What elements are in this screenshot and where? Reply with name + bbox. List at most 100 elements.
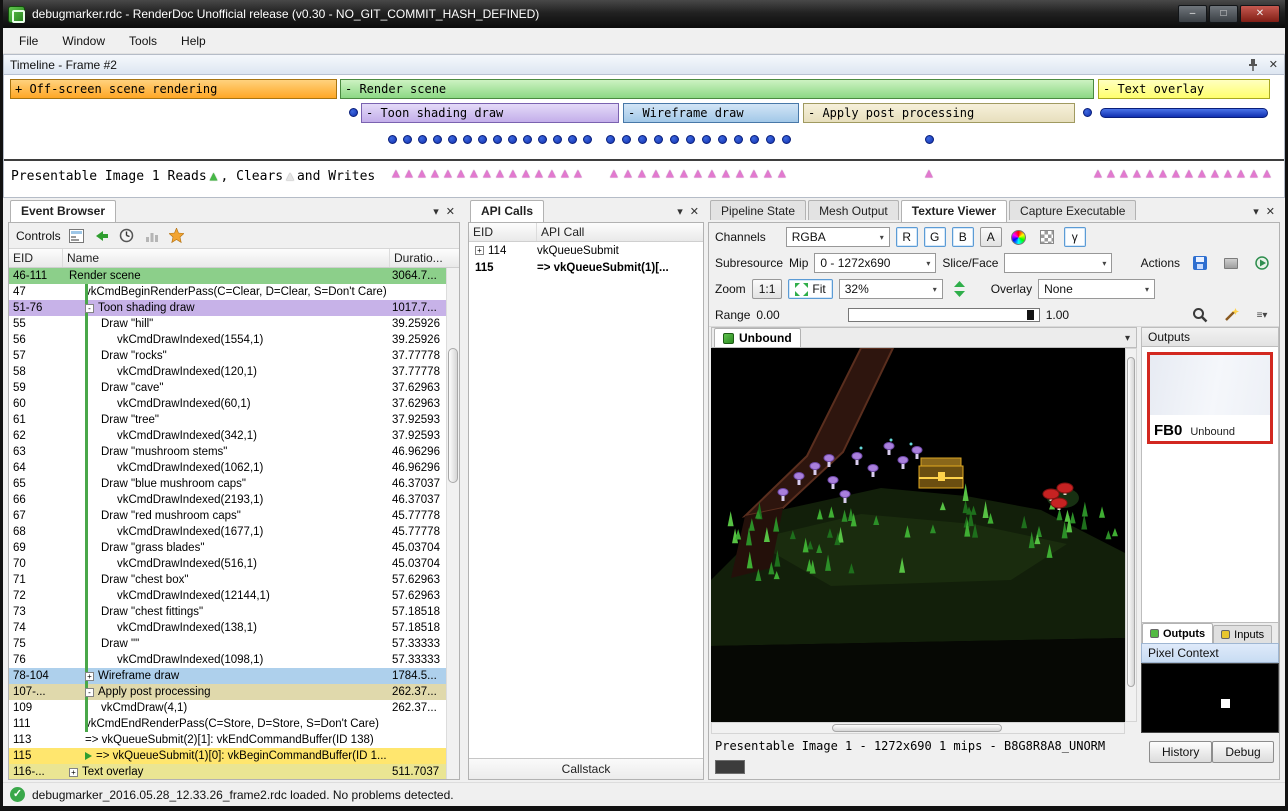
event-row-74[interactable]: 74vkCmdDrawIndexed(138,1)57.18518 [9,620,446,636]
event-row-116[interactable]: 116-...+Text overlay511.7037 [9,764,446,779]
channels-select[interactable]: RGBA▾ [786,227,890,247]
close-button[interactable]: ✕ [1240,5,1280,23]
tree-expander[interactable]: - [85,688,94,697]
autofit-wand-icon[interactable] [1220,305,1242,325]
gamma-button[interactable]: γ [1064,227,1086,247]
pin-icon[interactable] [1247,58,1259,71]
tab-api-calls[interactable]: API Calls [470,200,544,222]
tab-event-browser[interactable]: Event Browser [10,200,116,222]
event-row-47[interactable]: 47vkCmdBeginRenderPass(C=Clear, D=Clear,… [9,284,446,300]
tree-expander[interactable]: + [85,672,94,681]
event-row-68[interactable]: 68vkCmdDrawIndexed(1677,1)45.77778 [9,524,446,540]
zoom-fit-button[interactable]: Fit [788,279,832,299]
event-row-73[interactable]: 73Draw "chest fittings"57.18518 [9,604,446,620]
api-row-114[interactable]: +114vkQueueSubmit [469,242,703,259]
zoom-1-1-button[interactable]: 1:1 [752,279,783,299]
custom-display-icon[interactable] [1008,227,1030,247]
timeline-block-render-scene[interactable]: - Render scene [340,79,1094,99]
timeline-toggle-icon[interactable] [68,227,86,245]
range-slider[interactable] [848,308,1040,322]
event-row-78-104[interactable]: 78-104+Wireframe draw1784.5... [9,668,446,684]
event-row-66[interactable]: 66vkCmdDrawIndexed(2193,1)46.37037 [9,492,446,508]
texture-tab-unbound[interactable]: Unbound [714,328,801,347]
range-handle[interactable] [1027,310,1034,320]
event-row-64[interactable]: 64vkCmdDrawIndexed(1062,1)46.96296 [9,460,446,476]
texture-hscrollbar[interactable] [711,722,1125,734]
timeline-block-text-overlay[interactable]: - Text overlay [1098,79,1270,99]
texture-viewer-menu-icon[interactable]: ▾ [1253,205,1259,218]
event-row-51-76[interactable]: 51-76-Toon shading draw1017.7... [9,300,446,316]
event-browser-scrollbar[interactable] [446,268,459,779]
event-browser-close-icon[interactable]: ✕ [446,205,455,218]
event-row-57[interactable]: 57Draw "rocks"37.77778 [9,348,446,364]
column-eid[interactable]: EID [469,223,537,241]
timeline-block-wireframe-draw[interactable]: - Wireframe draw [623,103,799,123]
tab-capture-executable[interactable]: Capture Executable [1009,200,1136,220]
event-row-67[interactable]: 67Draw "red mushroom caps"45.77778 [9,508,446,524]
maximize-button[interactable]: □ [1209,5,1238,23]
timeline-canvas[interactable]: + Off-screen scene rendering- Render sce… [4,75,1284,161]
goto-event-icon[interactable] [93,227,111,245]
checkerboard-background-icon[interactable] [1036,227,1058,247]
tree-expander[interactable]: + [475,246,484,255]
event-row-58[interactable]: 58vkCmdDrawIndexed(120,1)37.77778 [9,364,446,380]
texture-tab-list-icon[interactable]: ▾ [1125,333,1136,347]
timeline-block-apply-post-processing[interactable]: - Apply post processing [803,103,1075,123]
event-row-71[interactable]: 71Draw "chest box"57.62963 [9,572,446,588]
channel-green-button[interactable]: G [924,227,946,247]
history-button[interactable]: History [1149,741,1212,763]
event-row-75[interactable]: 75Draw ""57.33333 [9,636,446,652]
flip-y-icon[interactable] [949,279,971,299]
event-row-107[interactable]: 107-...-Apply post processing262.37... [9,684,446,700]
event-row-60[interactable]: 60vkCmdDrawIndexed(60,1)37.62963 [9,396,446,412]
event-row-63[interactable]: 63Draw "mushroom stems"46.96296 [9,444,446,460]
open-texture-list-icon[interactable] [1220,253,1242,273]
event-browser-menu-icon[interactable]: ▾ [433,205,439,218]
api-calls-menu-icon[interactable]: ▾ [677,205,683,218]
zoom-select[interactable]: 32%▾ [839,279,943,299]
texture-display[interactable] [711,348,1125,722]
debug-button[interactable]: Debug [1212,741,1273,763]
tab-texture-viewer[interactable]: Texture Viewer [901,200,1007,222]
event-row-111[interactable]: 111vkCmdEndRenderPass(C=Store, D=Store, … [9,716,446,732]
event-row-65[interactable]: 65Draw "blue mushroom caps"46.37037 [9,476,446,492]
event-row-46-111[interactable]: 46-111Render scene3064.7... [9,268,446,284]
api-row-115[interactable]: 115=> vkQueueSubmit(1)[... [469,259,703,276]
scrollbar-thumb[interactable] [1127,357,1135,687]
channel-red-button[interactable]: R [896,227,918,247]
event-row-62[interactable]: 62vkCmdDrawIndexed(342,1)37.92593 [9,428,446,444]
overlay-select[interactable]: None▾ [1038,279,1155,299]
tab-pipeline-state[interactable]: Pipeline State [710,200,806,220]
menu-window[interactable]: Window [50,29,117,53]
tab-mesh-output[interactable]: Mesh Output [808,200,899,220]
statistics-icon[interactable] [143,227,161,245]
event-row-109[interactable]: 109vkCmdDraw(4,1)262.37... [9,700,446,716]
event-row-72[interactable]: 72vkCmdDrawIndexed(12144,1)57.62963 [9,588,446,604]
event-row-69[interactable]: 69Draw "grass blades"45.03704 [9,540,446,556]
column-api-call[interactable]: API Call [537,223,703,241]
tab-outputs[interactable]: Outputs [1142,623,1213,643]
texture-vscrollbar[interactable] [1125,348,1137,722]
tree-expander[interactable]: - [85,304,94,313]
tab-inputs[interactable]: Inputs [1213,625,1272,643]
channel-blue-button[interactable]: B [952,227,974,247]
column-duration[interactable]: Duratio... [390,249,459,267]
goto-resource-icon[interactable] [1251,253,1273,273]
time-durations-icon[interactable] [118,227,136,245]
timeline-block-toon-shading-draw[interactable]: - Toon shading draw [361,103,619,123]
event-row-55[interactable]: 55Draw "hill"39.25926 [9,316,446,332]
event-row-70[interactable]: 70vkCmdDrawIndexed(516,1)45.03704 [9,556,446,572]
channel-alpha-button[interactable]: A [980,227,1002,247]
toolbar-overflow-icon[interactable]: ≡▾ [1251,305,1273,325]
menu-help[interactable]: Help [169,29,218,53]
mip-select[interactable]: 0 - 1272x690▾ [814,253,936,273]
column-name[interactable]: Name [63,249,390,267]
timeline-close-icon[interactable]: ✕ [1269,58,1278,71]
tree-expander[interactable]: + [69,768,78,777]
event-row-115[interactable]: 115=> vkQueueSubmit(1)[0]: vkBeginComman… [9,748,446,764]
api-calls-close-icon[interactable]: ✕ [690,205,699,218]
scrollbar-thumb[interactable] [448,348,458,483]
timeline-usage-track[interactable]: Presentable Image 1 Reads ▲ , Clears ▲ a… [4,161,1284,191]
save-texture-icon[interactable] [1189,253,1211,273]
zoom-range-icon[interactable] [1189,305,1211,325]
